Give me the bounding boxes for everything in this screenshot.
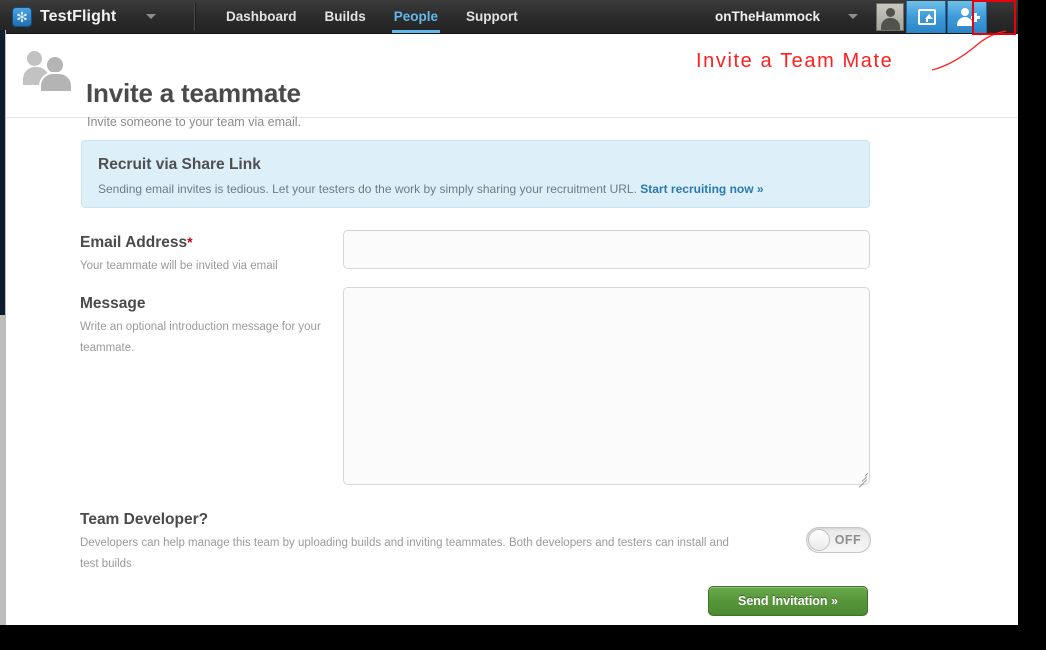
required-marker: * (187, 234, 193, 250)
right-edge-bar (1018, 0, 1046, 650)
bottom-edge-bar (0, 625, 1046, 650)
toggle-knob (808, 529, 830, 551)
vertical-scrollbar-thumb[interactable] (0, 30, 5, 315)
recruit-share-link-box: Recruit via Share Link Sending email inv… (81, 140, 870, 208)
nav-item-builds[interactable]: Builds (311, 0, 380, 33)
toggle-state-label: OFF (834, 533, 861, 547)
email-label-text: Email Address (80, 234, 188, 251)
team-developer-help-text: Developers can help manage this team by … (80, 537, 729, 570)
team-selector[interactable]: onTheHammock (703, 0, 870, 33)
email-input[interactable] (343, 230, 870, 269)
snowflake-logo-icon (12, 6, 32, 27)
page-subtitle: Invite someone to your team via email. (87, 115, 301, 129)
chevron-down-icon (146, 14, 157, 19)
avatar[interactable] (876, 3, 904, 31)
share-box-description-text: Sending email invites is tedious. Let yo… (98, 182, 637, 196)
header-divider (194, 3, 196, 31)
message-help-text: Write an optional introduction message f… (80, 321, 321, 354)
share-box-description: Sending email invites is tedious. Let yo… (98, 182, 764, 196)
annotation-text: Invite a Team Mate (696, 50, 894, 72)
page-title: Invite a teammate (86, 78, 301, 108)
nav-item-people[interactable]: People (380, 0, 452, 33)
add-person-button[interactable] (947, 1, 987, 33)
share-box-title: Recruit via Share Link (98, 156, 261, 173)
upload-box-icon (918, 9, 936, 25)
add-person-icon (957, 8, 980, 26)
upload-build-button[interactable] (906, 1, 946, 33)
main-nav: Dashboard Builds People Support (212, 0, 532, 33)
email-help-text: Your teammate will be invited via email (80, 260, 278, 272)
message-label: Message (80, 295, 146, 312)
browser-viewport: TestFlight Dashboard Builds People Suppo… (0, 0, 1018, 625)
nav-item-support[interactable]: Support (452, 0, 532, 33)
nav-item-dashboard[interactable]: Dashboard (212, 0, 311, 33)
top-navigation-bar: TestFlight Dashboard Builds People Suppo… (0, 0, 1018, 34)
start-recruiting-link[interactable]: Start recruiting now » (640, 182, 763, 196)
email-label: Email Address* (80, 234, 193, 252)
team-developer-label: Team Developer? (80, 511, 209, 528)
brand-name: TestFlight (40, 7, 117, 25)
brand-menu[interactable]: TestFlight (12, 0, 166, 33)
team-developer-toggle[interactable]: OFF (806, 527, 871, 553)
team-name: onTheHammock (714, 9, 820, 24)
two-people-icon (23, 50, 74, 91)
message-textarea[interactable] (343, 287, 870, 485)
page-header: Invite a teammate Invite someone to your… (0, 34, 1018, 129)
send-invitation-button[interactable]: Send Invitation » (708, 586, 868, 616)
chevron-down-icon (848, 14, 858, 19)
screen: TestFlight Dashboard Builds People Suppo… (0, 0, 1046, 650)
